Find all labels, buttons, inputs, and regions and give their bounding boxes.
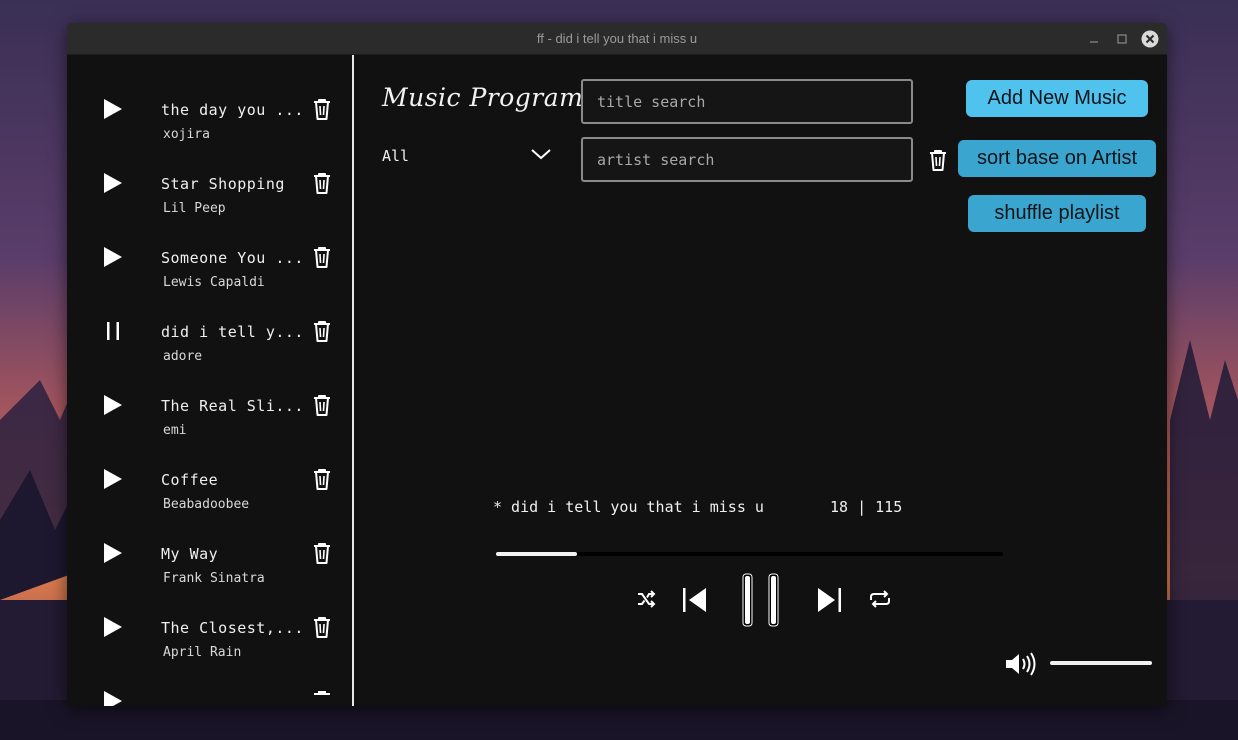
trash-icon[interactable] [311,393,333,417]
repeat-icon[interactable] [868,589,892,609]
volume-fill [1050,661,1152,665]
trash-icon[interactable] [311,319,333,343]
song-artist: Frank Sinatra [163,571,265,586]
playlist-item[interactable]: Star Shopping Lil Peep [67,161,352,235]
play-icon[interactable] [101,689,125,706]
skip-previous-icon[interactable] [680,585,710,615]
sidebar-divider [352,55,354,706]
now-playing-title: * did i tell you that i miss u [493,498,764,516]
playlist-item-active[interactable]: did i tell y... adore [67,309,352,383]
progress-fill [496,552,578,556]
add-new-music-button[interactable]: Add New Music [966,80,1148,117]
maximize-icon[interactable] [1113,30,1131,48]
playlist-item[interactable]: Coffee Beabadoobee [67,457,352,531]
trash-icon[interactable] [311,171,333,195]
trash-icon[interactable] [928,148,948,172]
song-artist: April Rain [163,645,242,660]
volume-icon[interactable] [1004,651,1038,677]
window-title: ff - did i tell you that i miss u [536,31,698,46]
song-artist: emi [163,423,187,438]
progress-bar[interactable] [496,552,1003,556]
skip-next-icon[interactable] [814,585,844,615]
pause-icon[interactable] [101,319,125,343]
song-title: Star Shopping [161,175,285,193]
filter-dropdown[interactable]: All [382,143,554,169]
play-icon[interactable] [101,541,125,565]
title-bar[interactable]: ff - did i tell you that i miss u [67,23,1167,55]
close-icon[interactable] [1141,30,1159,48]
song-title: did i tell y... [161,323,304,341]
filter-selected-value: All [382,147,410,165]
trash-icon[interactable] [311,615,333,639]
play-icon[interactable] [101,171,125,195]
chevron-down-icon[interactable] [530,147,552,161]
song-artist: Lil Peep [163,201,226,216]
song-title: My Way [161,545,219,563]
trash-icon[interactable] [311,689,333,706]
play-icon[interactable] [101,245,125,269]
playlist-item[interactable]: The Closest,... April Rain [67,605,352,679]
playlist-item[interactable]: the day you ... xojira [67,87,352,161]
title-search-input[interactable] [581,79,913,124]
app-title: Music Program [382,83,584,112]
sort-by-artist-button[interactable]: sort base on Artist [958,140,1156,177]
song-title: The Closest,... [161,619,304,637]
play-icon[interactable] [101,467,125,491]
playlist-sidebar[interactable]: the day you ... xojira Star Shopping Lil… [67,55,352,706]
trash-icon[interactable] [311,245,333,269]
playlist-item[interactable]: Someone You ... Lewis Capaldi [67,235,352,309]
play-icon[interactable] [101,97,125,121]
play-icon[interactable] [101,393,125,417]
artist-search-input[interactable] [581,137,913,182]
pause-icon[interactable] [739,572,783,628]
song-artist: Lewis Capaldi [163,275,265,290]
playlist-item[interactable]: The Real Sli... emi [67,383,352,457]
playlist-item-partial[interactable] [67,679,352,706]
trash-icon[interactable] [311,541,333,565]
song-title: the day you ... [161,101,304,119]
track-counter: 18 | 115 [830,498,903,516]
song-title: Coffee [161,471,219,489]
app-window: ff - did i tell you that i miss u the da… [67,23,1167,706]
song-title: The Real Sli... [161,397,304,415]
shuffle-playlist-button[interactable]: shuffle playlist [968,195,1146,232]
play-icon[interactable] [101,615,125,639]
trash-icon[interactable] [311,97,333,121]
trash-icon[interactable] [311,467,333,491]
minimize-icon[interactable] [1085,30,1103,48]
song-artist: Beabadoobee [163,497,250,512]
song-artist: adore [163,349,203,364]
song-title: Someone You ... [161,249,304,267]
song-artist: xojira [163,127,210,142]
volume-slider[interactable] [1050,661,1152,665]
shuffle-icon[interactable] [636,589,656,609]
playlist-item[interactable]: My Way Frank Sinatra [67,531,352,605]
